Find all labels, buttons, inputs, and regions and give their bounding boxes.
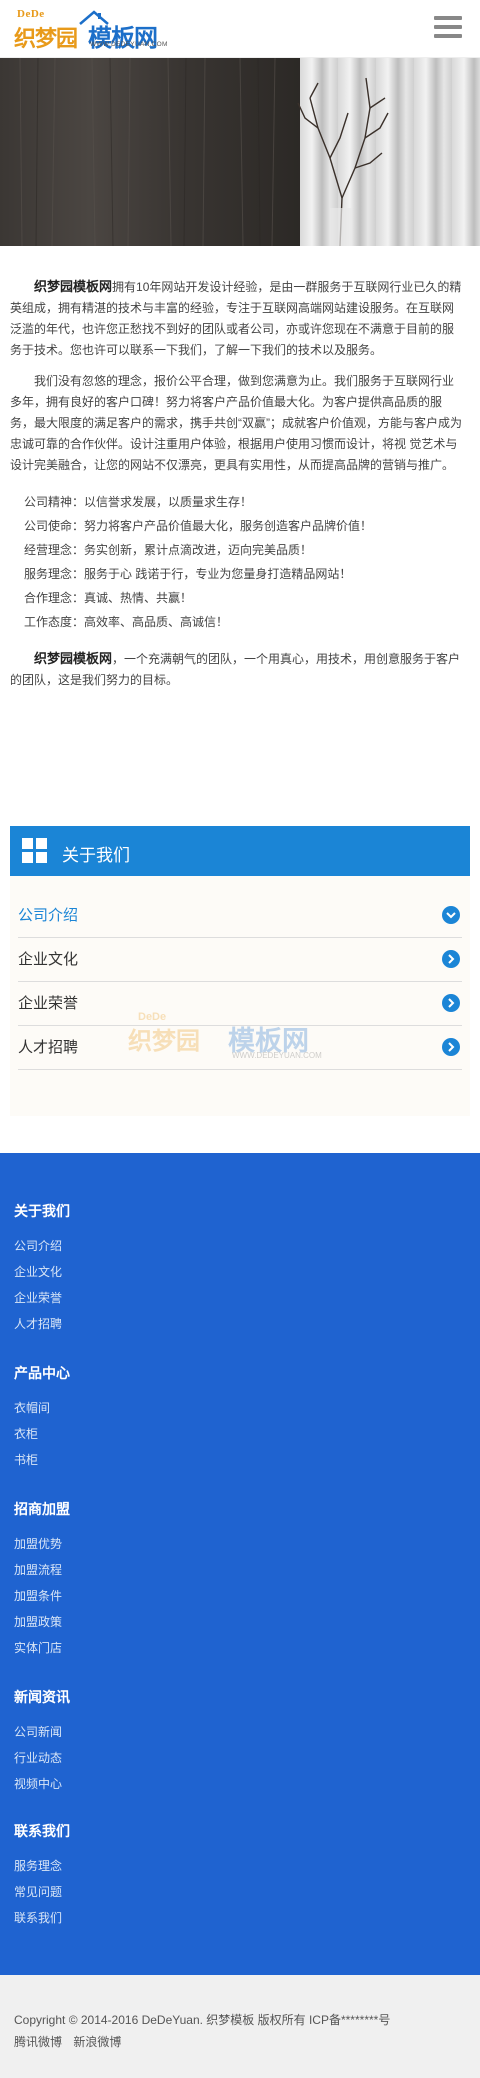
site-logo[interactable]: DeDe 织梦园 模板网 WWW.DEDEYUAN.COM [14,8,174,52]
footer-link[interactable]: 书柜 [14,1451,70,1477]
footer-link[interactable]: 加盟优势 [14,1535,70,1561]
about-item-label: 企业文化 [18,951,79,968]
footer-link[interactable]: 人才招聘 [14,1315,70,1341]
copyright-bar: Copyright © 2014-2016 DeDeYuan. 织梦模板 版权所… [0,1975,480,2078]
hamburger-menu-icon[interactable] [434,16,462,38]
chevron-right-icon [442,950,460,968]
footer-link[interactable]: 企业文化 [14,1263,70,1289]
about-item-culture[interactable]: 企业文化 [18,938,462,982]
intro-brand-name: 织梦园模板网 [34,651,113,666]
footer-link[interactable]: 服务理念 [14,1857,70,1883]
value-item: 工作态度：高效率、高品质、高诚信！ [24,615,229,629]
value-item: 经营理念：务实创新，累计点滴改进，迈向完美品质！ [24,543,313,557]
copyright-text: Copyright © 2014-2016 DeDeYuan. 织梦模板 版权所… [14,2013,391,2027]
about-item-label: 企业荣誉 [18,995,79,1012]
about-item-careers[interactable]: 人才招聘 [18,1026,462,1070]
footer-group-title[interactable]: 关于我们 [14,1201,70,1227]
footer-link[interactable]: 企业荣誉 [14,1289,70,1315]
footer-link[interactable]: 衣柜 [14,1425,70,1451]
footer-group-news: 新闻资讯 公司新闻 行业动态 视频中心 [14,1687,70,1801]
footer-group-title[interactable]: 产品中心 [14,1363,70,1389]
footer-link[interactable]: 衣帽间 [14,1399,70,1425]
footer-link[interactable]: 加盟条件 [14,1587,70,1613]
about-us-panel: 关于我们 DeDe 织梦园 模板网 WWW.DEDEYUAN.COM 公司介绍 … [10,826,470,1116]
value-item: 服务理念：服务于心 践诺于行，专业为您量身打造精品网站！ [24,567,352,581]
hero-banner-image [0,58,480,246]
footer-link[interactable]: 加盟政策 [14,1613,70,1639]
wood-texture-image [0,58,300,246]
footer-link[interactable]: 公司介绍 [14,1237,70,1263]
vase-branches-image [297,77,389,246]
chevron-right-icon [442,1038,460,1056]
footer-link[interactable]: 视频中心 [14,1775,70,1801]
footer-group-about: 关于我们 公司介绍 企业文化 企业荣誉 人才招聘 [14,1201,70,1341]
footer-link[interactable]: 公司新闻 [14,1723,70,1749]
grid-icon [22,838,48,864]
site-header: DeDe 织梦园 模板网 WWW.DEDEYUAN.COM [0,0,480,58]
value-item: 合作理念：真诚、热情、共赢！ [24,591,193,605]
footer-link[interactable]: 常见问题 [14,1883,70,1909]
footer-group-title[interactable]: 新闻资讯 [14,1687,70,1713]
intro-paragraph-1: 织梦园模板网拥有10年网站开发设计经验，是由一群服务于互联网行业已久的精英组成，… [10,276,464,361]
footer-group-contact: 联系我们 服务理念 常见问题 联系我们 [14,1821,70,1935]
tencent-weibo-link[interactable]: 腾讯微博 [14,2035,62,2049]
value-item: 公司使命：努力将客户产品价值最大化，服务创造客户品牌价值！ [24,519,373,533]
footer-group-products: 产品中心 衣帽间 衣柜 书柜 [14,1363,70,1477]
about-us-title: 关于我们 [62,846,130,865]
footer-link[interactable]: 行业动态 [14,1749,70,1775]
logo-url: WWW.DEDEYUAN.COM [90,41,168,48]
about-item-label: 公司介绍 [18,907,79,924]
about-item-label: 人才招聘 [18,1039,79,1056]
about-item-honors[interactable]: 企业荣誉 [18,982,462,1026]
chevron-down-icon [442,906,460,924]
footer-link[interactable]: 加盟流程 [14,1561,70,1587]
intro-paragraph-3: 织梦园模板网，一个充满朝气的团队，一个用真心，用技术，用创意服务于客户的团队，这… [10,648,464,691]
footer-group-title[interactable]: 招商加盟 [14,1499,70,1525]
intro-brand-name: 织梦园模板网 [34,279,113,294]
logo-dede-text: DeDe [17,8,45,20]
footer-link[interactable]: 实体门店 [14,1639,70,1665]
footer-link[interactable]: 联系我们 [14,1909,70,1935]
footer-navigation: 关于我们 公司介绍 企业文化 企业荣誉 人才招聘 产品中心 衣帽间 衣柜 书柜 … [0,1153,480,1975]
about-us-list: 公司介绍 企业文化 企业荣誉 人才招聘 [10,894,470,1070]
value-item: 公司精神：以信誉求发展，以质量求生存！ [24,495,253,509]
about-us-header: 关于我们 [10,826,470,876]
about-item-company-intro[interactable]: 公司介绍 [18,894,462,938]
footer-group-franchise: 招商加盟 加盟优势 加盟流程 加盟条件 加盟政策 实体门店 [14,1499,70,1665]
chevron-right-icon [442,994,460,1012]
social-links: 腾讯微博 新浪微博 [14,2033,129,2050]
sina-weibo-link[interactable]: 新浪微博 [73,2035,121,2049]
company-values: 公司精神：以信誉求发展，以质量求生存！ 公司使命：努力将客户产品价值最大化，服务… [10,490,464,634]
intro-paragraph-2: 我们没有忽悠的理念，报价公平合理，做到您满意为止。我们服务于互联网行业多年，拥有… [10,374,462,472]
logo-name-part1: 织梦园 [14,27,78,52]
company-intro: 织梦园模板网拥有10年网站开发设计经验，是由一群服务于互联网行业已久的精英组成，… [10,276,464,701]
footer-group-title[interactable]: 联系我们 [14,1821,70,1847]
